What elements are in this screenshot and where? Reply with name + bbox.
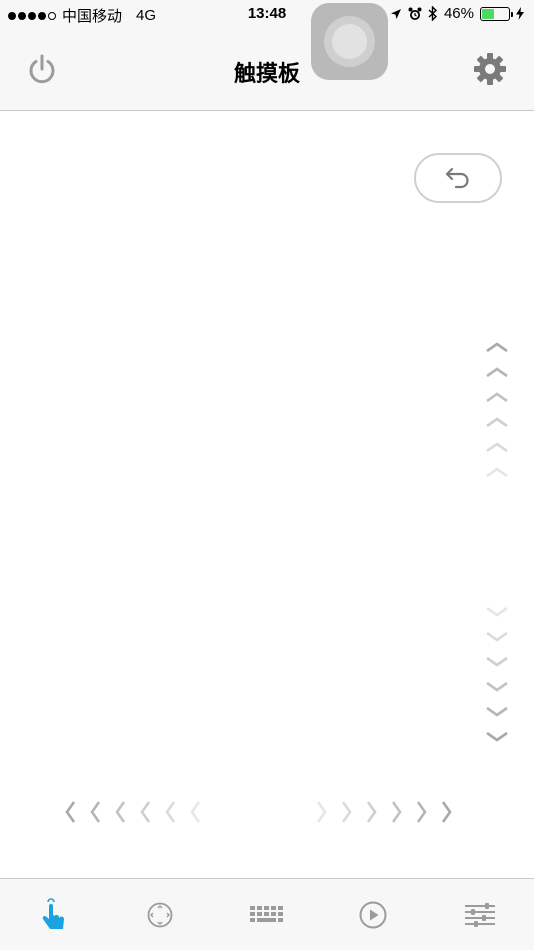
battery-icon <box>480 6 513 21</box>
scroll-right-chevron-icon <box>341 800 353 824</box>
screen: 中国移动 4G 13:48 46% 触摸板 <box>0 0 534 950</box>
touch-hand-icon <box>42 898 64 929</box>
scroll-up-chevron-icon <box>485 366 509 378</box>
scroll-up-chevron-icon <box>485 416 509 428</box>
scroll-up-chevron-icon <box>485 441 509 453</box>
page-title: 触摸板 <box>233 61 300 86</box>
scroll-right-chevron-icon <box>316 800 328 824</box>
tab-keyboard[interactable] <box>247 895 287 935</box>
scroll-right-chevron-icon <box>441 800 453 824</box>
gear-icon <box>474 53 506 85</box>
status-right: 46% <box>390 5 524 22</box>
keyboard-icon <box>250 906 283 922</box>
scroll-right-chevron-icon <box>366 800 378 824</box>
sliders-icon <box>465 903 495 927</box>
settings-button[interactable] <box>472 51 508 87</box>
scroll-down-chevron-icon <box>485 606 509 618</box>
scroll-down-chevron-icon <box>485 731 509 743</box>
charging-bolt-icon <box>516 7 524 20</box>
scroll-up-chevron-icon <box>485 391 509 403</box>
scroll-right-chevron-icon <box>391 800 403 824</box>
scroll-down-chevron-icon <box>485 706 509 718</box>
scroll-left-chevron-icon <box>189 800 201 824</box>
tab-settings[interactable] <box>460 895 500 935</box>
tab-media[interactable] <box>353 895 393 935</box>
status-bar: 中国移动 4G 13:48 46% <box>0 0 534 27</box>
battery-percent: 46% <box>443 5 474 22</box>
scroll-left-chevron-icon <box>164 800 176 824</box>
tab-dpad[interactable] <box>140 895 180 935</box>
play-icon <box>359 901 387 929</box>
tab-bar <box>0 878 534 950</box>
location-arrow-icon <box>390 8 401 19</box>
dpad-icon <box>147 902 173 928</box>
touchpad-area[interactable] <box>0 112 534 878</box>
scroll-up-chevron-icon <box>485 341 509 353</box>
bluetooth-icon <box>428 6 437 21</box>
scroll-up-chevron-icon <box>485 466 509 478</box>
scroll-left-chevron-icon <box>114 800 126 824</box>
assistive-touch-button[interactable] <box>311 3 388 80</box>
scroll-down-chevron-icon <box>485 681 509 693</box>
scroll-left-chevron-icon <box>64 800 76 824</box>
scroll-right-chevron-icon <box>416 800 428 824</box>
scroll-down-chevron-icon <box>485 656 509 668</box>
alarm-clock-icon <box>408 7 422 20</box>
tab-touchpad[interactable] <box>34 895 74 935</box>
scroll-left-chevron-icon <box>139 800 151 824</box>
assistive-touch-core <box>332 24 367 59</box>
scroll-left-chevron-icon <box>89 800 101 824</box>
scroll-down-chevron-icon <box>485 631 509 643</box>
nav-bar: 触摸板 <box>0 27 534 111</box>
undo-arrow-icon <box>445 167 469 189</box>
battery-fill <box>482 8 494 19</box>
undo-button[interactable] <box>414 153 502 203</box>
